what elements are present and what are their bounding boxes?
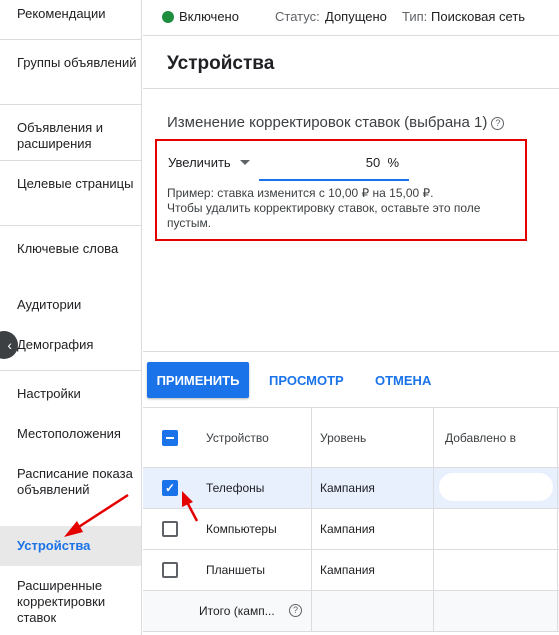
device-cell: Планшеты	[206, 563, 265, 577]
column-header-level[interactable]: Уровень	[320, 431, 366, 445]
page-title: Устройства	[167, 53, 275, 74]
table-row[interactable]: Планшеты Кампания	[143, 550, 559, 591]
table-row[interactable]: Компьютеры Кампания	[143, 509, 559, 550]
type-label: Тип:	[402, 9, 428, 24]
dropdown-arrow-icon	[240, 160, 250, 165]
percent-value: 50 %	[365, 155, 399, 170]
column-divider	[557, 408, 558, 632]
campaign-status-bar: Включено Статус: Допущено Тип: Поисковая…	[143, 0, 559, 36]
added-cell	[439, 473, 553, 501]
select-all-checkbox[interactable]	[162, 430, 178, 446]
sidebar-item-ads-extensions[interactable]: Объявления и расширения	[0, 120, 141, 152]
page-header: Устройства	[143, 37, 559, 89]
cancel-button[interactable]: ОТМЕНА	[375, 373, 431, 388]
panel-title-text: Изменение корректировок ставок (выбрана …	[167, 114, 488, 131]
row-checkbox[interactable]	[162, 562, 178, 578]
highlight-box: Увеличить 50 % Пример: ставка изменится …	[155, 139, 527, 241]
bid-adjustment-panel: Изменение корректировок ставок (выбрана …	[143, 90, 559, 352]
type-value: Поисковая сеть	[431, 9, 526, 24]
sidebar-item-settings[interactable]: Настройки	[0, 386, 141, 402]
column-divider	[311, 408, 312, 632]
direction-select[interactable]: Увеличить	[168, 155, 258, 181]
chevron-left-icon: ‹	[7, 337, 12, 353]
sidebar-item-keywords[interactable]: Ключевые слова	[0, 241, 141, 257]
sidebar-divider	[0, 104, 141, 105]
column-header-device[interactable]: Устройство	[206, 431, 269, 445]
row-checkbox[interactable]: ✓	[162, 480, 178, 496]
example-line: Пример: ставка изменится с 10,00 ₽ на 15…	[167, 186, 434, 200]
panel-title: Изменение корректировок ставок (выбрана …	[167, 114, 505, 131]
sidebar-nav: Рекомендации Группы объявлений Объявлени…	[0, 0, 142, 635]
sidebar-item-ad-groups[interactable]: Группы объявлений	[0, 55, 141, 71]
devices-table: Устройство Уровень Добавлено в ✓ Телефон…	[143, 408, 559, 635]
sidebar-item-landing-pages[interactable]: Целевые страницы	[0, 176, 141, 192]
example-hint: Пример: ставка изменится с 10,00 ₽ на 15…	[167, 186, 517, 231]
action-bar: ПРИМЕНИТЬ ПРОСМОТР ОТМЕНА	[143, 352, 559, 408]
sidebar-item-locations[interactable]: Местоположения	[0, 426, 141, 442]
apply-button[interactable]: ПРИМЕНИТЬ	[147, 362, 249, 398]
preview-button[interactable]: ПРОСМОТР	[269, 373, 344, 388]
direction-value: Увеличить	[168, 155, 231, 170]
percent-input[interactable]: 50 %	[259, 155, 409, 181]
sidebar-item-demographics[interactable]: Демография	[0, 337, 141, 353]
sidebar-item-audiences[interactable]: Аудитории	[0, 297, 141, 313]
sidebar-item-ad-schedule[interactable]: Расписание показа объявлений	[0, 466, 141, 498]
sidebar-item-recommendations[interactable]: Рекомендации	[0, 6, 141, 22]
device-cell: Компьютеры	[206, 522, 277, 536]
level-cell: Кампания	[320, 481, 375, 495]
total-label: Итого (камп...	[199, 604, 275, 618]
remove-hint-line: Чтобы удалить корректировку ставок, оста…	[167, 201, 481, 230]
table-header-row: Устройство Уровень Добавлено в	[143, 408, 559, 468]
sidebar-divider	[0, 160, 141, 161]
total-row: Итого (камп... ?	[143, 591, 559, 632]
level-cell: Кампания	[320, 522, 375, 536]
sidebar-item-advanced-bid-adjustments[interactable]: Расширенные корректировки ставок	[0, 578, 141, 626]
help-icon[interactable]: ?	[289, 604, 302, 617]
level-cell: Кампания	[320, 563, 375, 577]
column-divider	[433, 408, 434, 632]
sidebar-divider	[0, 39, 141, 40]
column-header-added[interactable]: Добавлено в	[445, 431, 516, 445]
status-value: Допущено	[325, 9, 387, 24]
device-cell: Телефоны	[206, 481, 265, 495]
sidebar-divider	[0, 370, 141, 371]
status-label: Статус:	[275, 9, 320, 24]
sidebar-divider	[0, 225, 141, 226]
row-checkbox[interactable]	[162, 521, 178, 537]
table-row[interactable]: ✓ Телефоны Кампания	[143, 468, 559, 509]
status-enabled-icon	[162, 11, 174, 23]
sidebar-item-devices[interactable]: Устройства	[0, 526, 141, 566]
campaign-state[interactable]: Включено	[179, 10, 239, 24]
help-icon[interactable]: ?	[491, 117, 505, 130]
